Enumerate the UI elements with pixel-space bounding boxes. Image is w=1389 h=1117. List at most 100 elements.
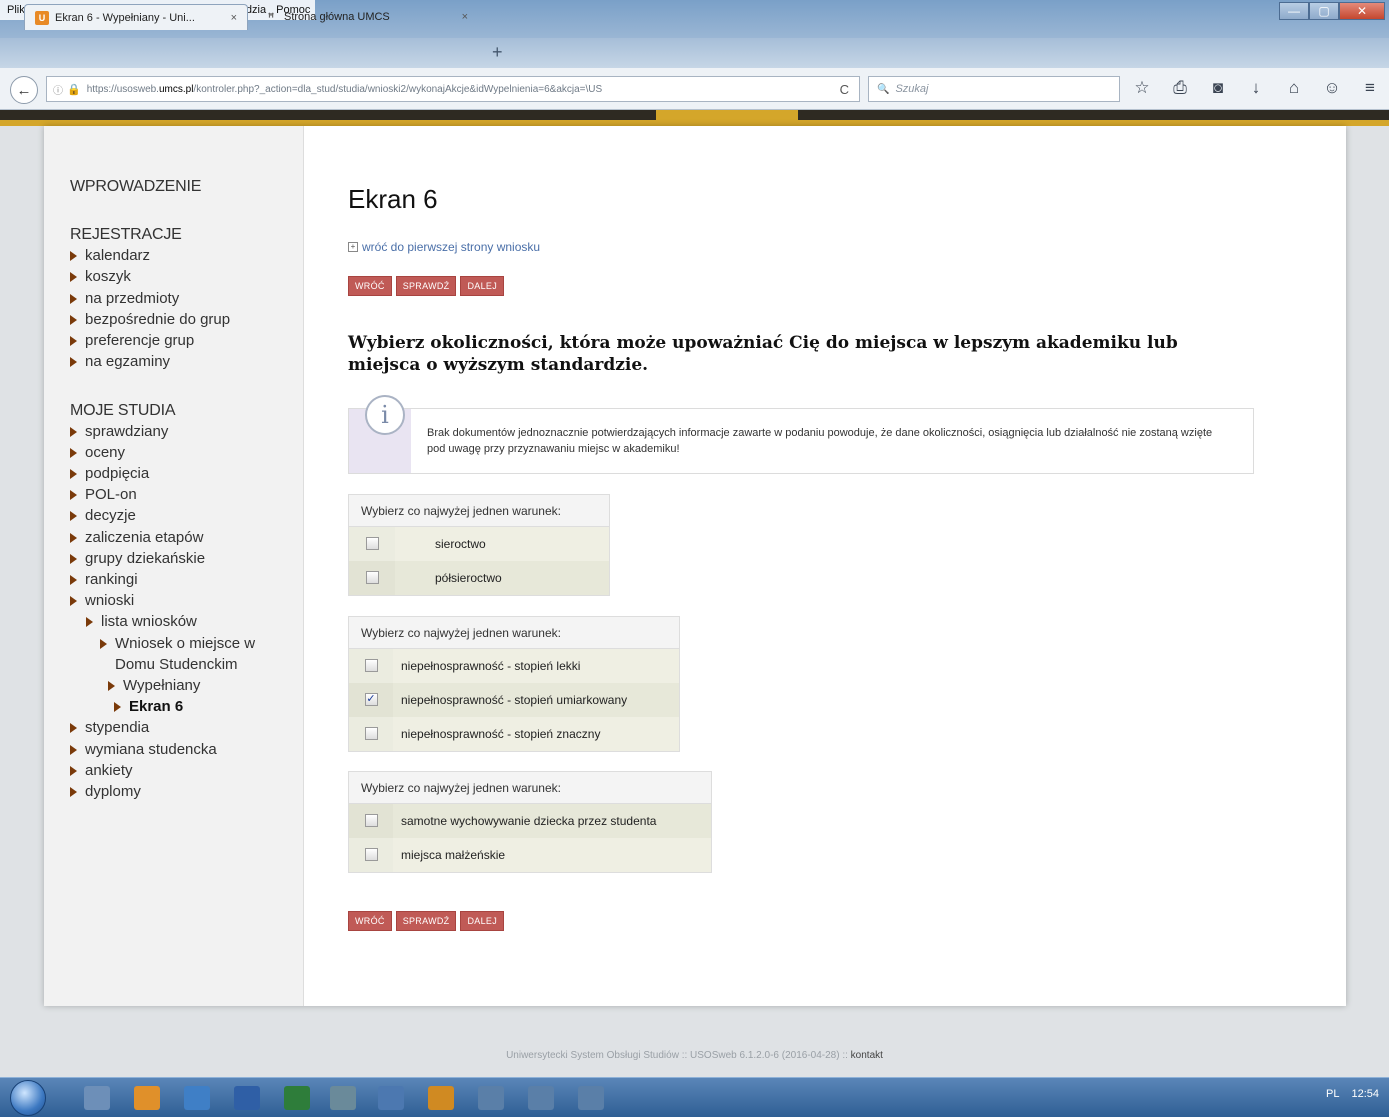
bullet-icon — [70, 532, 77, 543]
start-button-icon[interactable] — [10, 1080, 46, 1116]
minimize-button[interactable]: — — [1279, 2, 1309, 20]
condition-row[interactable]: samotne wychowywanie dziecka przez stude… — [349, 803, 711, 838]
sidebar-item-label: decyzje — [85, 507, 136, 524]
sidebar-item-lista-wnioskow[interactable]: lista wniosków — [86, 613, 197, 630]
sidebar-item-zaliczenia[interactable]: zaliczenia etapów — [70, 529, 203, 546]
sidebar-item-koszyk[interactable]: koszyk — [70, 268, 131, 285]
explorer-icon[interactable] — [84, 1086, 110, 1110]
back-button[interactable]: WRÓĆ — [348, 276, 392, 296]
sidebar-item-wniosek-cont[interactable]: Domu Studenckim — [115, 656, 238, 673]
condition-group-header: Wybierz co najwyżej jednen warunek: — [349, 495, 609, 527]
sidebar-wprowadzenie[interactable]: WPROWADZENIE — [70, 178, 201, 196]
check-button[interactable]: SPRAWDŹ — [395, 276, 457, 296]
sidebar-item-oceny[interactable]: oceny — [70, 444, 125, 461]
bookmark-star-icon[interactable]: ☆ — [1130, 78, 1154, 98]
url-bar[interactable]: ⓘ 🔒 https://usosweb. umcs.pl/kontroler.ph… — [46, 76, 860, 102]
tab-close-icon[interactable]: × — [231, 12, 237, 24]
chat-icon[interactable]: ☺ — [1320, 78, 1344, 98]
windows-taskbar: PL 12:54 — [0, 1077, 1389, 1117]
next-button[interactable]: DALEJ — [460, 911, 504, 931]
sidebar-item-label: Domu Studenckim — [115, 656, 238, 673]
close-button[interactable]: ✕ — [1339, 2, 1385, 20]
sidebar-item-podpiecia[interactable]: podpięcia — [70, 465, 149, 482]
back-to-first-page-link[interactable]: + wróć do pierwszej strony wniosku — [348, 240, 540, 254]
sidebar-rejestracje[interactable]: REJESTRACJE — [70, 226, 182, 244]
sidebar-item-wymiana[interactable]: wymiana studencka — [70, 741, 217, 758]
app3-icon[interactable] — [478, 1086, 504, 1110]
option-checkbox[interactable] — [364, 659, 378, 672]
reload-icon[interactable]: C — [840, 82, 849, 97]
reading-list-icon[interactable]: ⎙ — [1168, 78, 1192, 98]
sidebar-item-decyzje[interactable]: decyzje — [70, 507, 136, 524]
download-icon[interactable]: ↓ — [1244, 78, 1268, 98]
back-button[interactable]: WRÓĆ — [348, 911, 392, 931]
sidebar-item-pol-on[interactable]: POL-on — [70, 486, 137, 503]
sidebar-item-rankingi[interactable]: rankingi — [70, 571, 138, 588]
option-checkbox[interactable] — [365, 571, 379, 584]
clock[interactable]: 12:54 — [1351, 1088, 1379, 1100]
top-nav-stripe — [0, 110, 1389, 120]
tab-label: Strona główna UMCS — [284, 11, 390, 23]
sidebar-item-wypelniany[interactable]: Wypełniany — [108, 677, 200, 694]
sidebar-item-na-przedmioty[interactable]: na przedmioty — [70, 290, 179, 307]
url-prefix: https://usosweb. — [86, 83, 159, 95]
sidebar-item-label: podpięcia — [85, 465, 150, 482]
tab-umcs-home[interactable]: ꟸ Strona główna UMCS × — [254, 4, 478, 30]
back-button[interactable]: ← — [10, 76, 38, 104]
maximize-button[interactable]: ▢ — [1309, 2, 1339, 20]
sidebar-item-ankiety[interactable]: ankiety — [70, 762, 133, 779]
sidebar-item-grupy[interactable]: grupy dziekańskie — [70, 550, 205, 567]
option-checkbox[interactable] — [364, 727, 378, 740]
bullet-icon — [70, 335, 77, 346]
option-label: niepełnosprawność - stopień umiarkowany — [393, 682, 679, 717]
option-checkbox-checked[interactable]: ✓ — [364, 693, 378, 706]
sidebar-item-wnioski[interactable]: wnioski — [70, 592, 134, 609]
sidebar-item-preferencje[interactable]: preferencje grup — [70, 332, 194, 349]
home-icon[interactable]: ⌂ — [1282, 78, 1306, 98]
tab-ekran6[interactable]: U Ekran 6 - Wypełniany - Uni... × — [24, 4, 248, 30]
sidebar-item-label: koszyk — [85, 268, 131, 285]
app5-icon[interactable] — [578, 1086, 604, 1110]
next-button[interactable]: DALEJ — [460, 276, 504, 296]
word-icon[interactable] — [234, 1086, 260, 1110]
condition-row[interactable]: miejsca małżeńskie — [349, 837, 711, 872]
sidebar-item-label: oceny — [85, 444, 126, 461]
usos-favicon-icon: U — [35, 10, 49, 25]
app2-icon[interactable] — [428, 1086, 454, 1110]
condition-row[interactable]: niepełnosprawność - stopień znaczny — [349, 716, 679, 751]
sidebar-item-ekran6[interactable]: Ekran 6 — [114, 698, 183, 715]
option-checkbox[interactable] — [364, 814, 378, 827]
new-tab-button[interactable]: + — [492, 42, 503, 63]
language-indicator[interactable]: PL — [1326, 1088, 1339, 1100]
firefox-icon[interactable] — [378, 1086, 404, 1110]
sidebar-item-na-egzaminy[interactable]: na egzaminy — [70, 353, 170, 370]
sidebar-item-stypendia[interactable]: stypendia — [70, 719, 149, 736]
sidebar-moje-studia[interactable]: MOJE STUDIA — [70, 402, 176, 420]
app4-icon[interactable] — [528, 1086, 554, 1110]
sidebar-item-sprawdziany[interactable]: sprawdziany — [70, 423, 168, 440]
sidebar-item-wniosek[interactable]: Wniosek o miejsce w — [100, 635, 255, 652]
outlook-icon[interactable] — [134, 1086, 160, 1110]
condition-row[interactable]: ✓ niepełnosprawność - stopień umiarkowan… — [349, 682, 679, 717]
sidebar-item-dyplomy[interactable]: dyplomy — [70, 783, 141, 800]
condition-row[interactable]: półsieroctwo — [349, 560, 609, 595]
condition-row[interactable]: sieroctwo — [349, 526, 609, 561]
check-button[interactable]: SPRAWDŹ — [395, 911, 457, 931]
sidebar-item-kalendarz[interactable]: kalendarz — [70, 247, 150, 264]
option-checkbox[interactable] — [365, 537, 379, 550]
contact-link[interactable]: kontakt — [851, 1050, 883, 1061]
button-row-top: WRÓĆ SPRAWDŹ DALEJ — [348, 276, 504, 296]
site-info-icon[interactable]: ⓘ — [53, 82, 63, 97]
option-checkbox[interactable] — [364, 848, 378, 861]
menu-hamburger-icon[interactable]: ≡ — [1358, 78, 1382, 98]
pocket-icon[interactable]: ◙ — [1206, 78, 1230, 98]
question-heading: Wybierz okoliczności, która może upoważn… — [348, 333, 1178, 375]
sidebar-item-bezposrednie[interactable]: bezpośrednie do grup — [70, 311, 230, 328]
condition-row[interactable]: niepełnosprawność - stopień lekki — [349, 648, 679, 683]
sidebar-item-label: sprawdziany — [85, 423, 169, 440]
app-icon[interactable] — [330, 1086, 356, 1110]
ie-icon[interactable] — [184, 1086, 210, 1110]
search-input[interactable]: 🔍 Szukaj — [868, 76, 1120, 102]
excel-icon[interactable] — [284, 1086, 310, 1110]
tab-close-icon[interactable]: × — [462, 11, 468, 23]
